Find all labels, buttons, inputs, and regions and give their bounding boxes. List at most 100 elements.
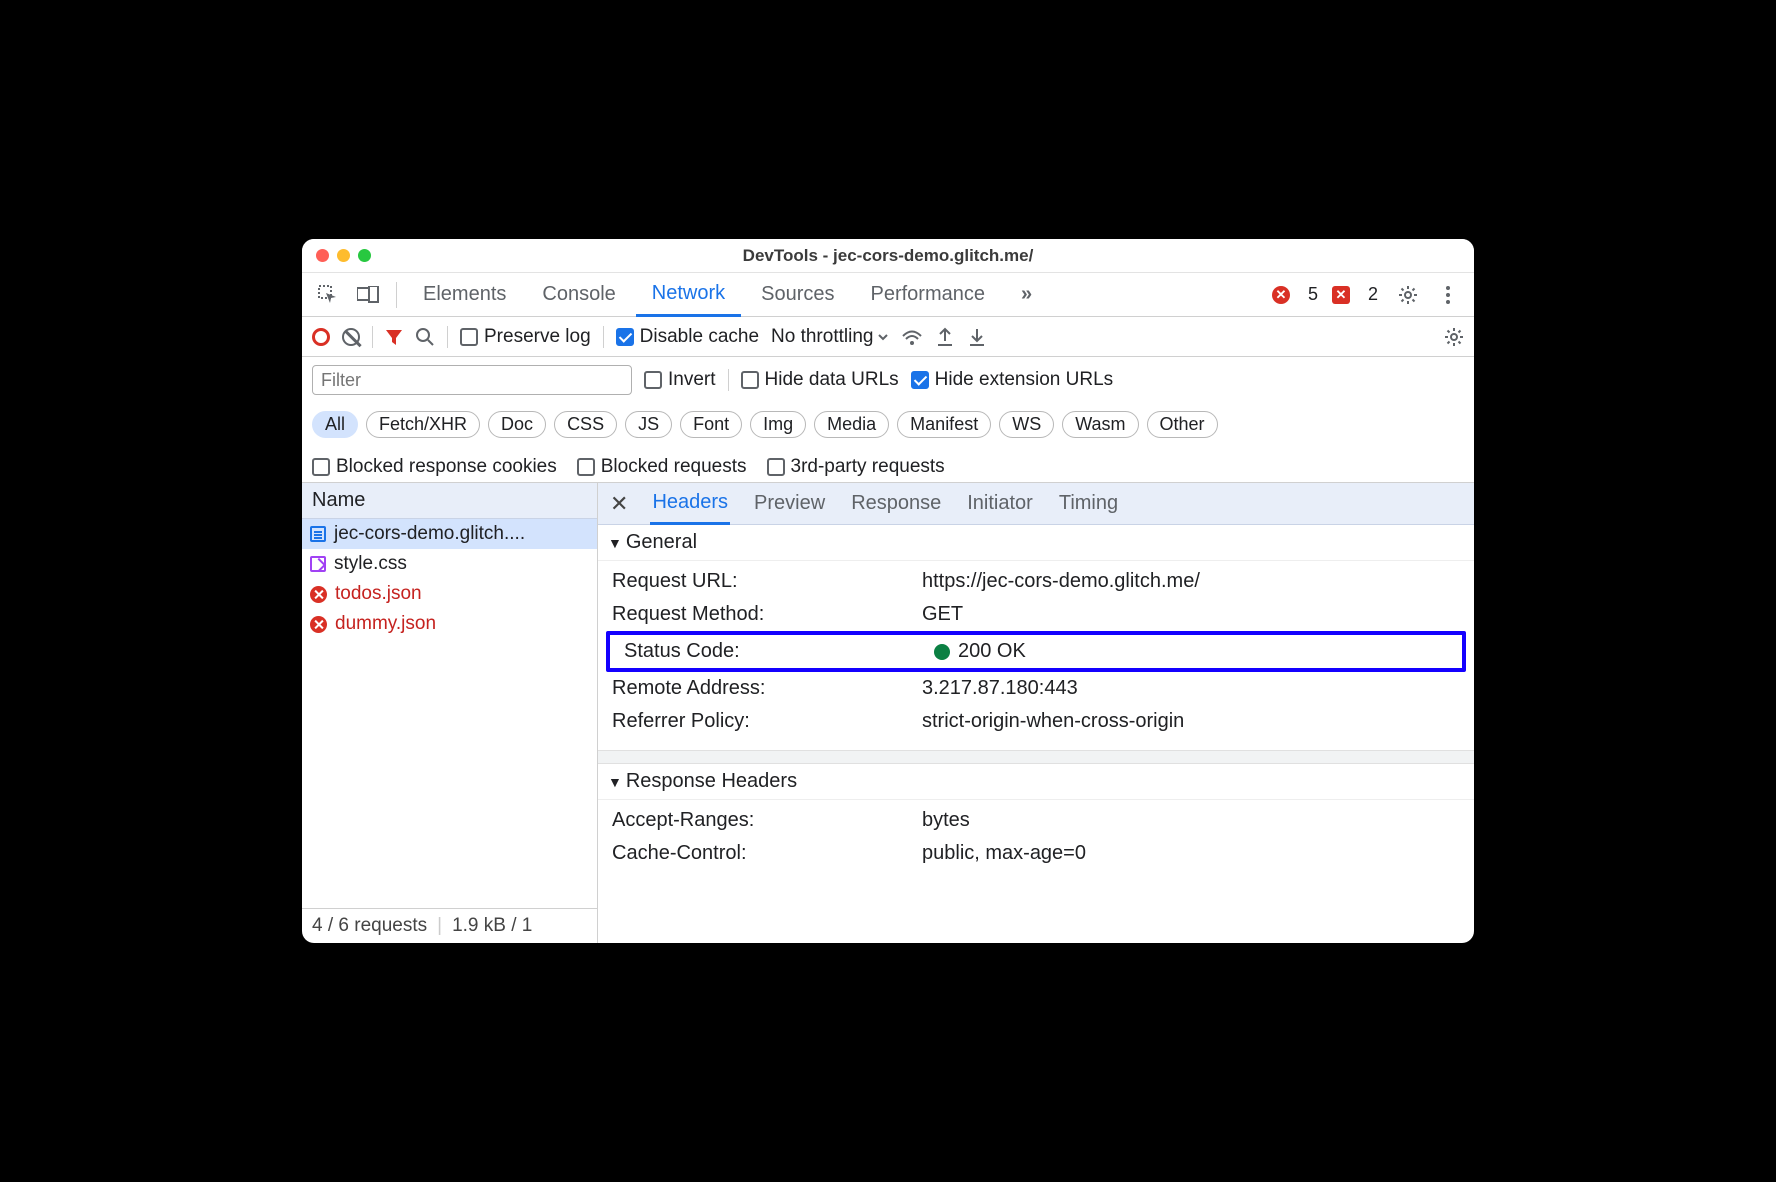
more-tabs-icon[interactable]: » xyxy=(1005,273,1048,317)
request-name: jec-cors-demo.glitch.... xyxy=(334,523,525,545)
inspect-element-icon[interactable] xyxy=(310,273,346,317)
general-title: General xyxy=(626,531,697,554)
blocked-requests-checkbox[interactable]: Blocked requests xyxy=(577,456,747,478)
filter-icon[interactable] xyxy=(385,328,403,346)
chevron-down-icon xyxy=(877,331,889,343)
request-row[interactable]: jec-cors-demo.glitch.... xyxy=(302,519,597,549)
error-icon xyxy=(310,586,327,603)
pill-img[interactable]: Img xyxy=(750,411,806,438)
pill-wasm[interactable]: Wasm xyxy=(1062,411,1138,438)
tab-elements[interactable]: Elements xyxy=(407,273,522,317)
upload-har-icon[interactable] xyxy=(935,327,955,347)
close-details-icon[interactable]: ✕ xyxy=(610,491,628,517)
transfer-size: 1.9 kB / 1 xyxy=(452,915,532,937)
devtools-window: DevTools - jec-cors-demo.glitch.me/ Elem… xyxy=(302,239,1474,943)
prop-key: Status Code: xyxy=(624,640,934,663)
prop-value: 3.217.87.180:443 xyxy=(922,677,1078,700)
prop-row: Remote Address: 3.217.87.180:443 xyxy=(598,672,1474,705)
throttling-select[interactable]: No throttling xyxy=(771,326,889,348)
disclosure-triangle-icon: ▼ xyxy=(608,774,622,790)
pill-ws[interactable]: WS xyxy=(999,411,1054,438)
checkbox-icon xyxy=(741,371,759,389)
error-icon xyxy=(310,616,327,633)
error-circle-icon: ✕ xyxy=(1272,286,1290,304)
dtab-headers[interactable]: Headers xyxy=(650,483,730,525)
checkbox-icon xyxy=(644,371,662,389)
stylesheet-icon xyxy=(310,556,326,572)
titlebar: DevTools - jec-cors-demo.glitch.me/ xyxy=(302,239,1474,273)
checkbox-icon xyxy=(767,458,785,476)
dtab-preview[interactable]: Preview xyxy=(752,484,827,523)
type-filter-pills: All Fetch/XHR Doc CSS JS Font Img Media … xyxy=(312,411,1464,438)
panel-tabs: Elements Console Network Sources Perform… xyxy=(302,273,1474,317)
blocked-requests-label: Blocked requests xyxy=(601,456,747,478)
prop-key: Request Method: xyxy=(612,603,922,626)
throttling-value: No throttling xyxy=(771,326,873,348)
pill-js[interactable]: JS xyxy=(625,411,672,438)
request-name: todos.json xyxy=(335,583,422,605)
dtab-response[interactable]: Response xyxy=(849,484,943,523)
clear-icon[interactable] xyxy=(342,328,360,346)
prop-row: Request URL: https://jec-cors-demo.glitc… xyxy=(598,565,1474,598)
tab-performance[interactable]: Performance xyxy=(855,273,1002,317)
prop-value: GET xyxy=(922,603,963,626)
prop-key: Request URL: xyxy=(612,570,922,593)
blocked-cookies-checkbox[interactable]: Blocked response cookies xyxy=(312,456,557,478)
status-text: 200 OK xyxy=(958,640,1026,663)
request-list-panel: Name jec-cors-demo.glitch.... style.css … xyxy=(302,483,598,943)
general-section-header[interactable]: ▼ General xyxy=(598,525,1474,561)
network-controls: Preserve log Disable cache No throttling xyxy=(302,317,1474,357)
prop-value: strict-origin-when-cross-origin xyxy=(922,710,1184,733)
preserve-log-checkbox[interactable]: Preserve log xyxy=(460,326,591,348)
pill-doc[interactable]: Doc xyxy=(488,411,546,438)
search-icon[interactable] xyxy=(415,327,435,347)
request-count: 4 / 6 requests xyxy=(312,915,427,937)
minimize-icon[interactable] xyxy=(337,249,350,262)
invert-checkbox[interactable]: Invert xyxy=(644,369,716,391)
checkbox-icon xyxy=(577,458,595,476)
prop-value: public, max-age=0 xyxy=(922,842,1086,865)
dtab-timing[interactable]: Timing xyxy=(1057,484,1120,523)
request-row[interactable]: style.css xyxy=(302,549,597,579)
hide-data-urls-checkbox[interactable]: Hide data URLs xyxy=(741,369,899,391)
device-toolbar-icon[interactable] xyxy=(350,273,386,317)
tab-network[interactable]: Network xyxy=(636,273,741,317)
pill-manifest[interactable]: Manifest xyxy=(897,411,991,438)
pill-all[interactable]: All xyxy=(312,411,358,438)
response-headers-section-header[interactable]: ▼ Response Headers xyxy=(598,764,1474,800)
dtab-initiator[interactable]: Initiator xyxy=(965,484,1035,523)
request-row[interactable]: dummy.json xyxy=(302,609,597,639)
error-square-icon: ✕ xyxy=(1332,286,1350,304)
pill-font[interactable]: Font xyxy=(680,411,742,438)
settings-icon[interactable] xyxy=(1390,273,1426,317)
prop-row: Cache-Control: public, max-age=0 xyxy=(598,837,1474,870)
traffic-lights xyxy=(316,249,371,262)
network-settings-icon[interactable] xyxy=(1444,327,1464,347)
hide-data-urls-label: Hide data URLs xyxy=(765,369,899,391)
close-icon[interactable] xyxy=(316,249,329,262)
prop-value: 200 OK xyxy=(934,640,1026,663)
pill-fetch-xhr[interactable]: Fetch/XHR xyxy=(366,411,480,438)
kebab-menu-icon[interactable] xyxy=(1430,273,1466,317)
window-title: DevTools - jec-cors-demo.glitch.me/ xyxy=(302,246,1474,266)
name-column-header[interactable]: Name xyxy=(302,483,597,519)
request-row[interactable]: todos.json xyxy=(302,579,597,609)
tab-sources[interactable]: Sources xyxy=(745,273,850,317)
filter-bar: Invert Hide data URLs Hide extension URL… xyxy=(302,357,1474,483)
prop-row-status-highlighted: Status Code: 200 OK xyxy=(606,631,1466,672)
prop-key: Accept-Ranges: xyxy=(612,809,922,832)
error-badges[interactable]: ✕5 ✕2 xyxy=(1264,284,1386,305)
maximize-icon[interactable] xyxy=(358,249,371,262)
pill-media[interactable]: Media xyxy=(814,411,889,438)
hide-extension-urls-checkbox[interactable]: Hide extension URLs xyxy=(911,369,1113,391)
filter-input[interactable] xyxy=(312,365,632,395)
record-icon[interactable] xyxy=(312,328,330,346)
tab-console[interactable]: Console xyxy=(526,273,631,317)
download-har-icon[interactable] xyxy=(967,327,987,347)
pill-other[interactable]: Other xyxy=(1147,411,1218,438)
pill-css[interactable]: CSS xyxy=(554,411,617,438)
disable-cache-checkbox[interactable]: Disable cache xyxy=(616,326,759,348)
network-conditions-icon[interactable] xyxy=(901,327,923,347)
third-party-checkbox[interactable]: 3rd-party requests xyxy=(767,456,945,478)
prop-key: Remote Address: xyxy=(612,677,922,700)
